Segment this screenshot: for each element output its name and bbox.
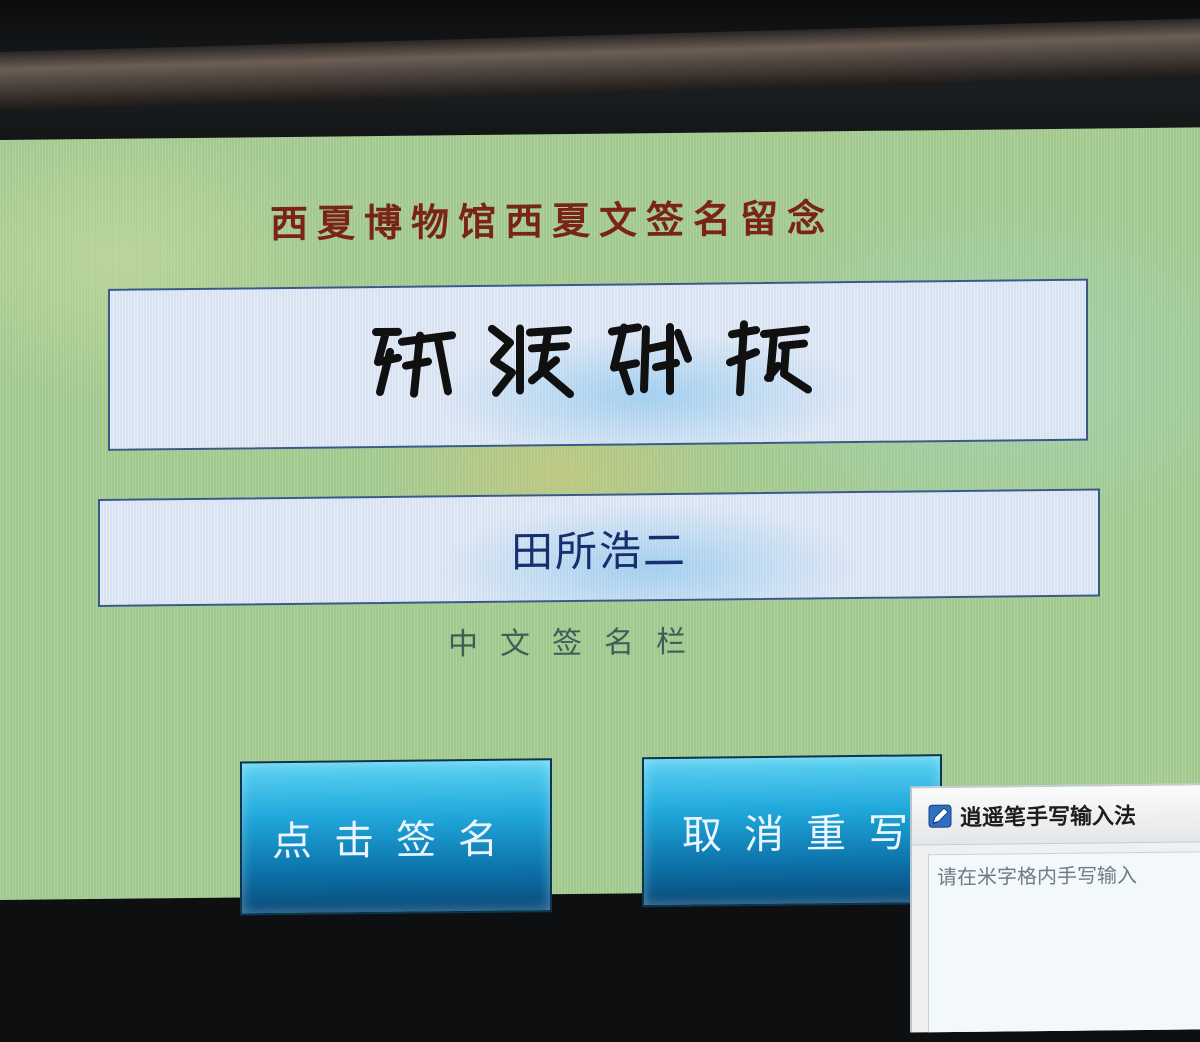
ime-hint-text: 请在米字格内手写输入 — [937, 863, 1137, 890]
xixia-glyph-4 — [726, 320, 812, 397]
ime-titlebar[interactable]: 逍遥笔手写输入法 — [912, 785, 1200, 846]
xixia-glyph-3 — [608, 322, 692, 396]
xixia-glyph-1 — [372, 327, 456, 398]
chinese-signature-label: 中文签名栏 — [448, 624, 708, 663]
kiosk-screen: 西夏博物馆西夏文签名留念 田所浩二 中文签名栏 点击签名 取消重写 逍遥笔手写输… — [0, 127, 1200, 1033]
xixia-signature-display — [108, 278, 1088, 451]
handwriting-ime-window: 逍遥笔手写输入法 请在米字格内手写输入 — [910, 783, 1200, 1033]
ime-title: 逍遥笔手写输入法 — [960, 804, 1137, 831]
xixia-glyph-2 — [488, 324, 574, 399]
xixia-glyph-row — [368, 317, 812, 402]
ime-handwriting-pad[interactable]: 请在米字格内手写输入 — [928, 851, 1200, 1033]
click-to-sign-button[interactable]: 点击签名 — [240, 758, 552, 916]
page-title: 西夏博物馆西夏文签名留念 — [270, 195, 835, 247]
pen-edit-icon — [928, 804, 952, 828]
cancel-rewrite-button[interactable]: 取消重写 — [642, 754, 942, 908]
chinese-signature-field: 田所浩二 — [98, 488, 1100, 607]
chinese-name-text: 田所浩二 — [510, 525, 687, 577]
